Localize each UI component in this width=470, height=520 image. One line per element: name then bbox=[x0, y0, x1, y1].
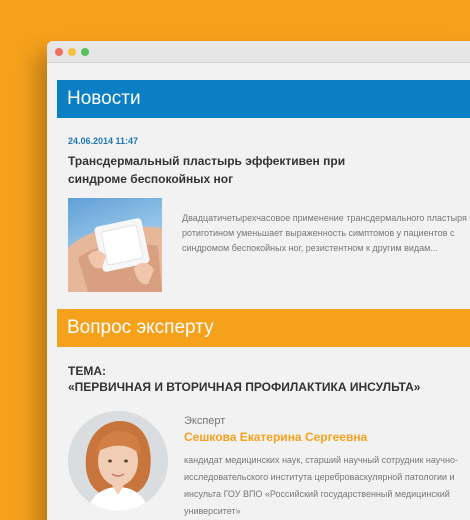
minimize-window-button[interactable] bbox=[68, 48, 76, 56]
maximize-window-button[interactable] bbox=[81, 48, 89, 56]
expert-description: кандидат медицинских наук, старший научн… bbox=[184, 455, 458, 516]
close-window-button[interactable] bbox=[55, 48, 63, 56]
news-summary: Двадцатичетырехчасовое применение трансд… bbox=[182, 213, 470, 253]
news-header: Новости bbox=[57, 80, 470, 118]
page-content: Новости 24.06.2014 11:47 Трансдермальный… bbox=[57, 80, 470, 516]
window-titlebar bbox=[47, 41, 470, 63]
news-date: 24.06.2014 11:47 bbox=[68, 136, 139, 146]
patch-on-shoulder-image bbox=[68, 218, 162, 292]
news-title-link[interactable]: Трансдермальный пластырь эффективен при … bbox=[68, 152, 368, 188]
expert-portrait-image bbox=[68, 411, 168, 511]
browser-window: Новости 24.06.2014 11:47 Трансдермальный… bbox=[47, 41, 470, 520]
expert-header: Вопрос эксперту bbox=[57, 309, 470, 347]
topic-label: ТЕМА: bbox=[68, 364, 106, 378]
news-image[interactable] bbox=[68, 198, 162, 292]
topic-title-link[interactable]: «ПЕРВИЧНАЯ И ВТОРИЧНАЯ ПРОФИЛАКТИКА ИНСУ… bbox=[68, 380, 470, 394]
expert-avatar bbox=[68, 411, 168, 511]
expert-caption: Эксперт bbox=[184, 415, 226, 427]
expert-name-link[interactable]: Сешкова Екатерина Сергеевна bbox=[184, 430, 367, 444]
